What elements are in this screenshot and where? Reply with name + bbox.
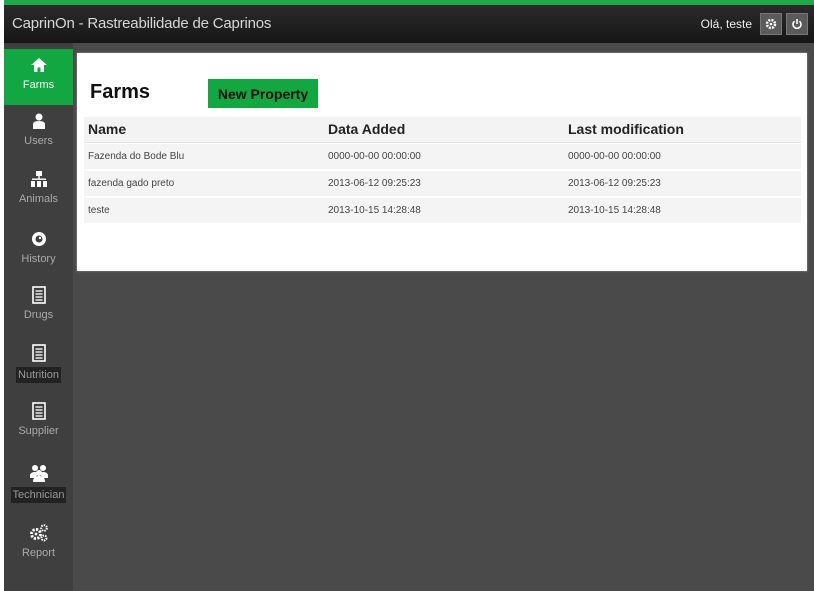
page-title: Farms — [90, 81, 151, 103]
table-row[interactable]: Fazenda do Bode Blu 0000-00-00 00:00:00 … — [84, 144, 801, 170]
top-header: CaprinOn - Rastreabilidade de Caprinos O… — [4, 5, 814, 43]
sidebar-item-label: Farms — [22, 79, 55, 91]
sidebar-item-label: Drugs — [23, 309, 54, 321]
sidebar-item-label: Supplier — [18, 425, 59, 437]
table-row[interactable]: teste 2013-10-15 14:28:48 2013-10-15 14:… — [84, 198, 801, 224]
settings-button[interactable] — [760, 13, 782, 35]
cell-data-added: 2013-10-15 14:28:48 — [328, 205, 421, 216]
cell-data-added: 2013-06-12 09:25:23 — [328, 178, 421, 189]
gears-icon — [29, 523, 49, 543]
sidebar-item-farms[interactable]: Farms — [4, 49, 73, 105]
cell-data-added: 0000-00-00 00:00:00 — [328, 151, 421, 162]
sidebar-item-label: Technician — [10, 487, 67, 503]
table-header: Name Data Added Last modification — [84, 117, 801, 143]
sidebar-item-label: Users — [24, 135, 53, 147]
column-header-data-added[interactable]: Data Added — [328, 121, 405, 137]
user-icon — [30, 111, 48, 131]
sidebar-item-history[interactable]: History — [4, 223, 73, 279]
sidebar-item-supplier[interactable]: Supplier — [4, 395, 73, 451]
document-icon — [31, 343, 46, 363]
document-icon — [31, 285, 46, 305]
sidebar: Farms Users Animals History Drugs Nutrit… — [4, 43, 73, 591]
farms-panel: Farms New Property Name Data Added Last … — [77, 53, 807, 271]
column-header-last-modification[interactable]: Last modification — [568, 121, 684, 137]
sitemap-icon — [30, 169, 48, 189]
cell-last-modification: 2013-10-15 14:28:48 — [568, 205, 661, 216]
cell-last-modification: 2013-06-12 09:25:23 — [568, 178, 661, 189]
sidebar-item-nutrition[interactable]: Nutrition — [4, 337, 73, 393]
sidebar-item-label: Animals — [18, 193, 59, 205]
home-icon — [30, 55, 48, 75]
logout-button[interactable] — [786, 13, 808, 35]
table-row[interactable]: fazenda gado preto 2013-06-12 09:25:23 2… — [84, 171, 801, 197]
user-greeting: Olá, teste — [700, 17, 752, 31]
eye-icon — [30, 229, 48, 249]
sidebar-item-technician[interactable]: Technician — [4, 457, 73, 513]
cell-name: fazenda gado preto — [88, 178, 175, 189]
app-title: CaprinOn - Rastreabilidade de Caprinos — [12, 15, 272, 32]
farms-table: Name Data Added Last modification Fazend… — [84, 117, 801, 224]
cell-name: Fazenda do Bode Blu — [88, 151, 185, 162]
sidebar-item-label: Report — [21, 547, 56, 559]
sidebar-item-animals[interactable]: Animals — [4, 163, 73, 219]
sidebar-item-users[interactable]: Users — [4, 105, 73, 161]
cell-last-modification: 0000-00-00 00:00:00 — [568, 151, 661, 162]
power-icon — [792, 19, 802, 30]
gear-icon — [765, 18, 777, 30]
cell-name: teste — [88, 205, 110, 216]
sidebar-item-report[interactable]: Report — [4, 517, 73, 573]
column-header-name[interactable]: Name — [88, 121, 126, 137]
group-icon — [29, 463, 49, 483]
sidebar-item-drugs[interactable]: Drugs — [4, 279, 73, 335]
document-icon — [31, 401, 46, 421]
new-property-button[interactable]: New Property — [208, 79, 318, 108]
app-window: CaprinOn - Rastreabilidade de Caprinos O… — [4, 0, 814, 591]
sidebar-item-label: History — [21, 253, 56, 265]
sidebar-item-label: Nutrition — [16, 367, 61, 383]
